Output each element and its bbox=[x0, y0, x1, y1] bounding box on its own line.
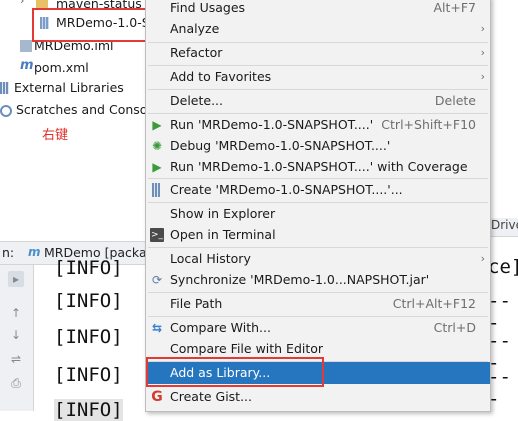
menu-item-compare-with[interactable]: ⇆ Compare With... Ctrl+D bbox=[146, 317, 490, 339]
console-icon[interactable]: ▸ bbox=[8, 271, 24, 287]
menu-item-label: Run 'MRDemo-1.0-SNAPSHOT....' bbox=[170, 117, 374, 132]
console-line: [INFO] bbox=[54, 257, 123, 279]
menu-item-label: Open in Terminal bbox=[170, 227, 276, 242]
run-tab-prefix: n: bbox=[2, 245, 15, 260]
project-tree: maven-status › MRDemo-1.0-S MRDemo.iml m… bbox=[0, 0, 160, 240]
menu-item-shortcut: Ctrl+Alt+F12 bbox=[392, 296, 476, 311]
submenu-arrow-icon: › bbox=[480, 70, 485, 83]
menu-item-label: Analyze bbox=[170, 21, 220, 36]
module-file-icon bbox=[20, 40, 32, 52]
submenu-arrow-icon: › bbox=[480, 22, 485, 35]
terminal-icon: >_ bbox=[150, 228, 164, 242]
menu-item-create-gist[interactable]: G Create Gist... bbox=[146, 386, 490, 408]
arrow-up-icon[interactable]: ↑ bbox=[8, 305, 24, 321]
menu-item-find-usages[interactable]: Find Usages Alt+F7 bbox=[146, 0, 490, 19]
menu-item-run-coverage[interactable]: ▶ Run 'MRDemo-1.0-SNAPSHOT....' with Cov… bbox=[146, 156, 490, 178]
tree-item-label: pom.xml bbox=[34, 60, 89, 75]
menu-item-shortcut: Alt+F7 bbox=[433, 0, 476, 15]
menu-item-label: Debug 'MRDemo-1.0-SNAPSHOT....' bbox=[170, 138, 391, 153]
print-icon[interactable]: ⎙ bbox=[8, 375, 24, 391]
coverage-icon: ▶ bbox=[152, 160, 162, 174]
console-line: [INFO] bbox=[54, 399, 123, 421]
sync-icon: ⟳ bbox=[151, 273, 163, 287]
library-icon bbox=[0, 82, 9, 94]
menu-item-synchronize[interactable]: ⟳ Synchronize 'MRDemo-1.0...NAPSHOT.jar' bbox=[146, 269, 490, 291]
config-icon bbox=[152, 183, 160, 197]
console-line: [INFO] bbox=[54, 326, 123, 348]
menu-item-analyze[interactable]: Analyze › bbox=[146, 18, 490, 40]
console-fragment: --- bbox=[488, 366, 511, 410]
menu-item-create-config[interactable]: Create 'MRDemo-1.0-SNAPSHOT....'... bbox=[146, 179, 490, 201]
console-fragment: ce] bbox=[488, 256, 518, 278]
tree-item-label: External Libraries bbox=[14, 80, 124, 95]
menu-item-label: Show in Explorer bbox=[170, 206, 276, 221]
menu-item-label: Add to Favorites bbox=[170, 69, 272, 84]
menu-item-debug[interactable]: ✺ Debug 'MRDemo-1.0-SNAPSHOT....' bbox=[146, 135, 490, 157]
menu-item-label: Synchronize 'MRDemo-1.0...NAPSHOT.jar' bbox=[170, 272, 430, 287]
maven-icon: m bbox=[28, 245, 41, 259]
maven-icon: m bbox=[20, 58, 34, 73]
menu-item-label: Refactor bbox=[170, 45, 223, 60]
editor-tab-fragment: Drive bbox=[491, 218, 518, 232]
scratches-icon bbox=[0, 105, 12, 117]
submenu-arrow-icon: › bbox=[480, 252, 485, 265]
run-icon: ▶ bbox=[152, 118, 162, 132]
context-menu: Find Usages Alt+F7 Analyze › Refactor › … bbox=[145, 0, 491, 412]
arrow-down-icon[interactable]: ↓ bbox=[8, 327, 24, 343]
highlight-box-jar bbox=[32, 8, 154, 42]
github-icon: G bbox=[151, 389, 163, 405]
chevron-right-icon: › bbox=[20, 0, 25, 7]
run-toolbar: ▸ ↑ ↓ ⇌ ⎙ bbox=[0, 265, 34, 411]
menu-item-run[interactable]: ▶ Run 'MRDemo-1.0-SNAPSHOT....' Ctrl+Shi… bbox=[146, 114, 490, 136]
menu-item-label: File Path bbox=[170, 296, 223, 311]
tree-item-label: Scratches and Console bbox=[16, 102, 159, 117]
console-line: [INFO] bbox=[54, 364, 123, 386]
submenu-arrow-icon: › bbox=[480, 46, 485, 59]
console-line: [INFO] bbox=[54, 290, 123, 312]
menu-item-label: Find Usages bbox=[170, 0, 246, 15]
console-output: [INFO] [INFO] [INFO] [INFO] [INFO] bbox=[34, 257, 154, 421]
menu-item-shortcut: Delete bbox=[434, 93, 476, 108]
highlight-box-add-library bbox=[146, 357, 324, 387]
menu-item-shortcut: Ctrl+D bbox=[433, 320, 476, 335]
menu-item-label: Create Gist... bbox=[170, 389, 253, 404]
menu-item-label: Compare With... bbox=[170, 320, 271, 335]
console-fragment: --- bbox=[488, 290, 511, 334]
menu-item-label: Run 'MRDemo-1.0-SNAPSHOT....' with Cover… bbox=[170, 159, 468, 174]
menu-item-shortcut: Ctrl+Shift+F10 bbox=[381, 117, 476, 132]
menu-item-local-history[interactable]: Local History › bbox=[146, 248, 490, 270]
debug-icon: ✺ bbox=[151, 139, 163, 153]
menu-item-label: Create 'MRDemo-1.0-SNAPSHOT....'... bbox=[170, 182, 403, 197]
menu-item-show-in-explorer[interactable]: Show in Explorer bbox=[146, 203, 490, 225]
menu-item-file-path[interactable]: File Path Ctrl+Alt+F12 bbox=[146, 293, 490, 315]
menu-item-label: Local History bbox=[170, 251, 251, 266]
menu-item-open-in-terminal[interactable]: >_ Open in Terminal bbox=[146, 224, 490, 246]
menu-item-delete[interactable]: Delete... Delete bbox=[146, 90, 490, 112]
menu-item-refactor[interactable]: Refactor › bbox=[146, 42, 490, 64]
editor-edge: Drive ce] --- --- --- bbox=[488, 0, 518, 411]
soft-wrap-icon[interactable]: ⇌ bbox=[8, 351, 24, 367]
right-click-annotation: 右键 bbox=[42, 128, 69, 143]
compare-icon: ⇆ bbox=[151, 321, 163, 335]
menu-item-add-to-favorites[interactable]: Add to Favorites › bbox=[146, 66, 490, 88]
menu-item-label: Delete... bbox=[170, 93, 223, 108]
editor-tab-strip: Drive bbox=[488, 218, 518, 237]
